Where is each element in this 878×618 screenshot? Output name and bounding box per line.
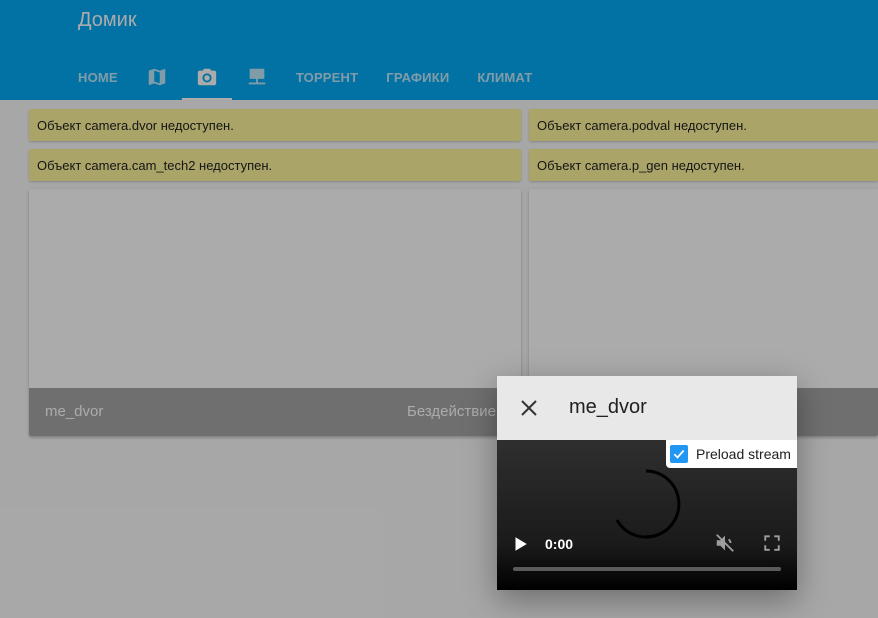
video-progress-bar[interactable] <box>513 567 781 571</box>
camera-dialog: me_dvor Preload stream 0:00 <box>497 376 797 590</box>
fullscreen-icon[interactable] <box>763 534 781 552</box>
dialog-title: me_dvor <box>569 396 647 418</box>
preload-label: Preload stream <box>696 446 791 462</box>
muted-icon[interactable] <box>714 532 736 554</box>
dialog-header: me_dvor <box>497 376 797 440</box>
video-time: 0:00 <box>545 536 574 552</box>
play-icon[interactable] <box>511 535 529 553</box>
preload-stream-toggle[interactable]: Preload stream <box>666 440 797 468</box>
check-icon <box>673 449 685 459</box>
loading-spinner-icon <box>615 469 681 539</box>
preload-checkbox[interactable] <box>670 445 688 463</box>
close-icon[interactable] <box>517 396 541 420</box>
video-player[interactable]: Preload stream 0:00 <box>497 440 797 590</box>
